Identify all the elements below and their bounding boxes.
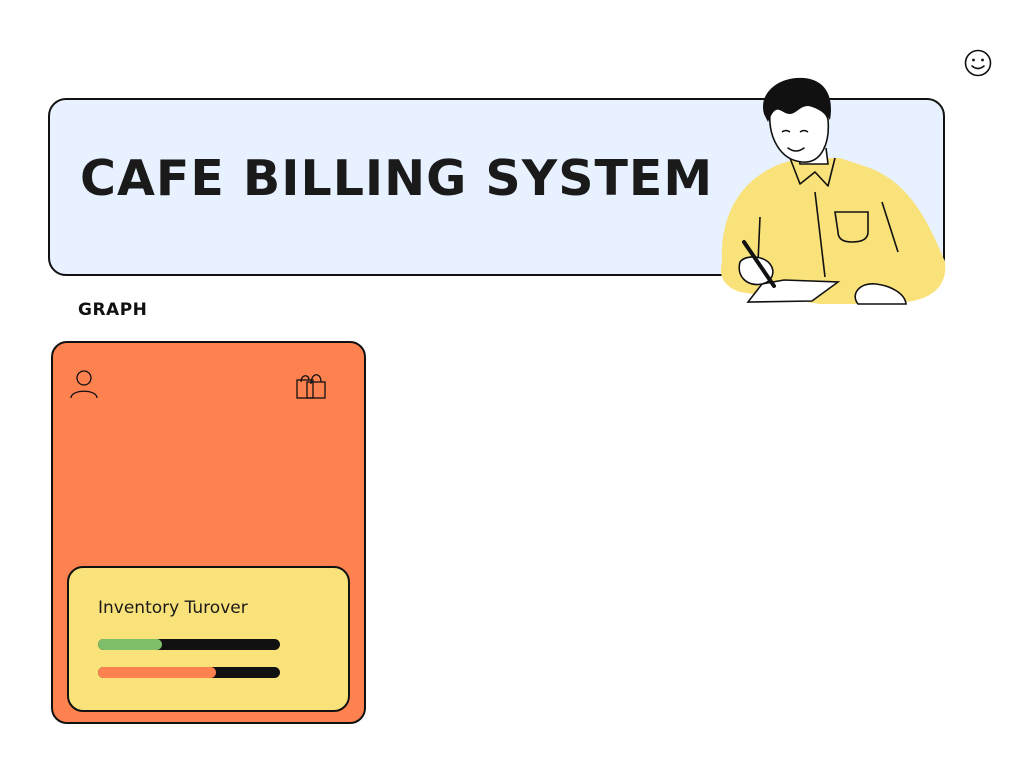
progress-fill-orange: [98, 667, 217, 678]
page-title: CAFE BILLING SYSTEM: [80, 150, 714, 207]
user-icon[interactable]: [68, 368, 100, 400]
graph-section-label: GRAPH: [78, 300, 148, 320]
progress-bar-green: [98, 639, 280, 650]
smiley-face-icon[interactable]: [962, 47, 994, 79]
person-writing-illustration: [720, 77, 946, 305]
shopping-bag-icon[interactable]: [294, 368, 328, 400]
progress-fill-green: [98, 639, 162, 650]
inventory-turnover-title: Inventory Turover: [98, 598, 248, 618]
progress-bar-orange: [98, 667, 280, 678]
